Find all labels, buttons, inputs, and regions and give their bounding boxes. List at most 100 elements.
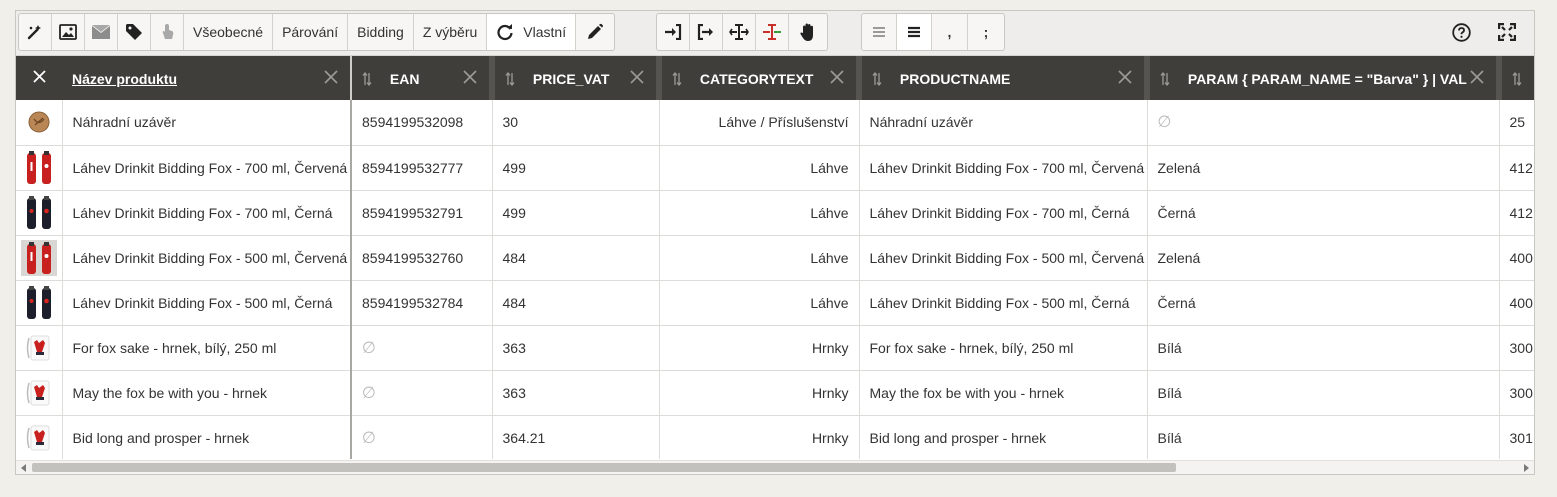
cell-price-vat[interactable]: 363 — [492, 370, 660, 416]
product-thumbnail[interactable] — [16, 415, 63, 459]
remove-column-icon[interactable] — [1470, 70, 1484, 84]
column-split-colored-icon[interactable] — [756, 14, 789, 50]
column-header-categorytext[interactable]: CATEGORYTEXT — [659, 56, 862, 100]
cell-param-barva[interactable]: ∅ — [1147, 100, 1500, 146]
product-thumbnail[interactable] — [16, 190, 63, 236]
product-thumbnail[interactable] — [16, 100, 63, 146]
scroll-left-arrow-icon[interactable] — [21, 464, 26, 472]
remove-column-icon[interactable] — [324, 70, 338, 84]
cell-param-barva[interactable]: Černá — [1147, 280, 1500, 326]
cell-extra[interactable]: 301 — [1499, 415, 1534, 459]
table-row[interactable]: Bid long and prosper - hrnek ∅ 364.21 Hrnky… — [16, 415, 1534, 459]
tab-bidding[interactable]: Bidding — [348, 14, 414, 50]
cell-price-vat[interactable]: 484 — [492, 235, 660, 281]
table-row[interactable]: May the fox be with you - hrnek ∅ 363 Hrnky… — [16, 370, 1534, 416]
remove-column-icon[interactable] — [630, 70, 644, 84]
cell-ean[interactable]: 8594199532760 — [351, 235, 493, 281]
table-row[interactable]: For fox sake - hrnek, bílý, 250 ml ∅ 363 Hr… — [16, 325, 1534, 371]
pencil-icon[interactable] — [576, 14, 614, 50]
sort-icon[interactable] — [672, 71, 682, 86]
cell-categorytext[interactable]: Láhve — [659, 145, 860, 191]
semicolon-icon[interactable]: ; — [968, 14, 1004, 50]
cell-product-name[interactable]: Láhev Drinkit Bidding Fox - 500 ml, Červ… — [62, 235, 352, 281]
cell-product-name[interactable]: May the fox be with you - hrnek — [62, 370, 352, 416]
tab-vlastni[interactable]: Vlastní — [487, 14, 577, 50]
cell-ean[interactable]: ∅ — [351, 415, 493, 459]
cell-categorytext[interactable]: Láhve — [659, 190, 860, 236]
cell-productname[interactable]: May the fox be with you - hrnek — [859, 370, 1148, 416]
cell-product-name[interactable]: Bid long and prosper - hrnek — [62, 415, 352, 459]
cell-productname[interactable]: Náhradní uzávěr — [859, 100, 1148, 146]
table-row[interactable]: Náhradní uzávěr 8594199532098 30 Láhve / Př… — [16, 100, 1534, 146]
cell-param-barva[interactable]: Zelená — [1147, 145, 1500, 191]
cell-ean[interactable]: ∅ — [351, 325, 493, 371]
sort-icon[interactable] — [1160, 71, 1170, 86]
cell-productname[interactable]: Láhev Drinkit Bidding Fox - 700 ml, Čern… — [859, 190, 1148, 236]
cell-categorytext[interactable]: Hrnky — [659, 325, 860, 371]
tab-vseobecne[interactable]: Všeobecné — [184, 14, 274, 50]
cell-categorytext[interactable]: Hrnky — [659, 370, 860, 416]
cell-categorytext[interactable]: Láhve — [659, 280, 860, 326]
cell-price-vat[interactable]: 364.21 — [492, 415, 660, 459]
cell-param-barva[interactable]: Černá — [1147, 190, 1500, 236]
cell-extra[interactable]: 400 — [1499, 280, 1534, 326]
clear-selection-button[interactable] — [16, 56, 62, 100]
cell-param-barva[interactable]: Zelená — [1147, 235, 1500, 281]
column-split-icon[interactable] — [723, 14, 756, 50]
cell-productname[interactable]: Láhev Drinkit Bidding Fox - 500 ml, Červ… — [859, 235, 1148, 281]
envelope-icon[interactable] — [85, 14, 118, 50]
remove-column-icon[interactable] — [830, 70, 844, 84]
cell-product-name[interactable]: Náhradní uzávěr — [62, 100, 352, 146]
magic-wand-icon[interactable] — [19, 14, 52, 50]
cell-categorytext[interactable]: Láhve / Příslušenství — [659, 100, 860, 146]
cell-product-name[interactable]: Láhev Drinkit Bidding Fox - 700 ml, Čern… — [62, 190, 352, 236]
cell-categorytext[interactable]: Hrnky — [659, 415, 860, 459]
cell-ean[interactable]: 8594199532791 — [351, 190, 493, 236]
cell-ean[interactable]: 8594199532777 — [351, 145, 493, 191]
product-thumbnail[interactable] — [16, 325, 63, 371]
horizontal-scrollbar[interactable] — [16, 460, 1534, 474]
cell-productname[interactable]: For fox sake - hrnek, bílý, 250 ml — [859, 325, 1148, 371]
sort-icon[interactable] — [362, 71, 372, 86]
table-row[interactable]: Láhev Drinkit Bidding Fox - 500 ml, Čern… — [16, 280, 1534, 326]
cell-extra[interactable]: 25 — [1499, 100, 1534, 146]
column-header-ean[interactable]: EAN — [351, 56, 495, 100]
cell-productname[interactable]: Bid long and prosper - hrnek — [859, 415, 1148, 459]
cell-ean[interactable]: 8594199532098 — [351, 100, 493, 146]
scroll-right-arrow-icon[interactable] — [1524, 464, 1529, 472]
tab-z-vyberu[interactable]: Z výběru — [414, 14, 488, 50]
column-header-productname[interactable]: PRODUCTNAME — [859, 56, 1150, 100]
table-row[interactable]: Láhev Drinkit Bidding Fox - 700 ml, Červ… — [16, 145, 1534, 191]
product-thumbnail[interactable] — [16, 145, 63, 191]
scrollbar-thumb[interactable] — [32, 463, 1176, 472]
cell-extra[interactable]: 400 — [1499, 235, 1534, 281]
sort-icon[interactable] — [1512, 72, 1522, 87]
touch-icon[interactable] — [151, 14, 184, 50]
cell-productname[interactable]: Láhev Drinkit Bidding Fox - 500 ml, Čern… — [859, 280, 1148, 326]
cell-price-vat[interactable]: 30 — [492, 100, 660, 146]
cell-ean[interactable]: ∅ — [351, 370, 493, 416]
product-thumbnail[interactable] — [16, 370, 63, 416]
cell-extra[interactable]: 412 — [1499, 190, 1534, 236]
product-thumbnail[interactable] — [16, 280, 63, 326]
data-table-viewport[interactable]: Název produktu EAN PRICE_VAT CATEGORYTEX… — [16, 56, 1534, 459]
column-header-next[interactable] — [1499, 56, 1534, 100]
exit-icon[interactable] — [690, 14, 723, 50]
cell-categorytext[interactable]: Láhve — [659, 235, 860, 281]
cell-param-barva[interactable]: Bílá — [1147, 325, 1500, 371]
product-thumbnail[interactable] — [16, 235, 63, 281]
cell-ean[interactable]: 8594199532784 — [351, 280, 493, 326]
hand-icon[interactable] — [789, 14, 827, 50]
cell-extra[interactable]: 412 — [1499, 145, 1534, 191]
fullscreen-icon[interactable] — [1479, 13, 1535, 51]
table-row[interactable]: Láhev Drinkit Bidding Fox - 700 ml, Čern… — [16, 190, 1534, 236]
image-icon[interactable] — [52, 14, 85, 50]
column-header-nazev-produktu[interactable]: Název produktu — [62, 56, 352, 100]
cell-extra[interactable]: 300 — [1499, 370, 1534, 416]
cell-price-vat[interactable]: 363 — [492, 325, 660, 371]
remove-column-icon[interactable] — [463, 70, 477, 84]
table-row[interactable]: Láhev Drinkit Bidding Fox - 500 ml, Červ… — [16, 235, 1534, 281]
lines-light-icon[interactable] — [862, 14, 897, 50]
sort-icon[interactable] — [505, 71, 515, 86]
cell-price-vat[interactable]: 499 — [492, 145, 660, 191]
